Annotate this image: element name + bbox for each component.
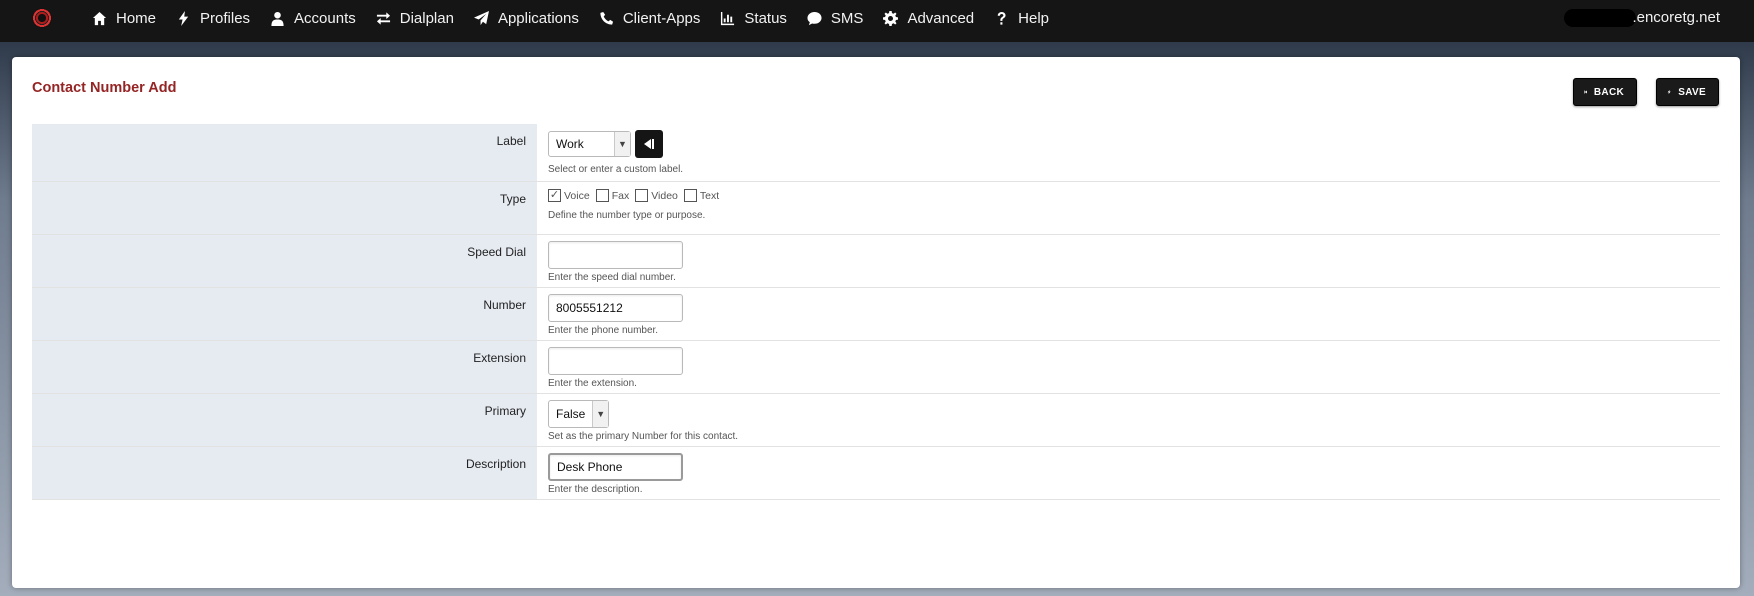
nav-status-label: Status — [744, 9, 787, 27]
domain-label[interactable]: .encoretg.net — [1632, 9, 1720, 26]
nav-status[interactable]: Status — [720, 10, 787, 27]
nav-accounts[interactable]: Accounts — [270, 10, 356, 27]
contact-number-form: Label Work ▼ Select or enter a custom la… — [32, 124, 1720, 500]
form-row-type: Type ✓ Voice Fax Video Text Define the nu… — [32, 182, 1720, 235]
checkbox-empty-icon — [635, 189, 649, 202]
content-panel: Contact Number Add BACK SAVE Label Work … — [12, 57, 1740, 588]
description-input[interactable] — [548, 453, 683, 481]
top-navbar: Home Profiles Accounts Dialplan Applicat… — [0, 0, 1754, 42]
checkmark-icon: ✓ — [548, 189, 561, 202]
type-field-description: Define the number type or purpose. — [548, 210, 706, 221]
nav-home[interactable]: Home — [92, 10, 156, 27]
number-field-label: Number — [32, 288, 537, 340]
description-field-cell: Enter the description. — [540, 447, 1720, 499]
checkbox-empty-icon — [683, 189, 697, 202]
form-row-speed-dial: Speed Dial Enter the speed dial number. — [32, 235, 1720, 288]
page-title: Contact Number Add — [32, 80, 177, 96]
primary-select-value: False — [556, 407, 586, 421]
user-icon — [271, 11, 284, 26]
type-voice-checkbox[interactable]: ✓ Voice — [548, 189, 590, 202]
chevron-down-icon: ▼ — [614, 132, 630, 156]
paper-plane-icon — [473, 10, 489, 25]
nav-help-label: Help — [1018, 9, 1050, 27]
form-row-extension: Extension Enter the extension. — [32, 341, 1720, 394]
type-checkbox-group: ✓ Voice Fax Video Text — [548, 188, 1720, 202]
chat-icon — [807, 11, 822, 25]
save-button-label: SAVE — [1678, 86, 1706, 98]
home-icon — [92, 11, 107, 25]
nav-profiles-label: Profiles — [200, 9, 251, 27]
chevron-down-icon: ▼ — [592, 401, 608, 427]
speed-dial-field-label: Speed Dial — [32, 235, 537, 287]
step-backward-icon — [1584, 90, 1587, 94]
nav-client-apps[interactable]: Client-Apps — [599, 9, 701, 27]
nav-home-label: Home — [116, 9, 157, 27]
number-field-description: Enter the phone number. — [548, 325, 659, 336]
speed-dial-field-cell: Enter the speed dial number. — [540, 235, 1720, 287]
nav-accounts-label: Accounts — [294, 9, 356, 27]
bolt-icon — [178, 10, 189, 26]
extension-field-cell: Enter the extension. — [540, 341, 1720, 393]
primary-field-label: Primary — [32, 394, 537, 446]
speed-dial-field-description: Enter the speed dial number. — [548, 272, 676, 283]
speed-dial-input[interactable] — [548, 241, 683, 269]
nav-dialplan[interactable]: Dialplan — [376, 10, 454, 27]
label-field-cell: Work ▼ Select or enter a custom label. — [540, 124, 1720, 181]
extension-field-label: Extension — [32, 341, 537, 393]
primary-field-cell: False ▼ Set as the primary Number for th… — [540, 394, 1720, 446]
back-button-label: BACK — [1593, 86, 1624, 98]
type-video-label: Video — [651, 189, 678, 202]
extension-field-description: Enter the extension. — [548, 378, 637, 389]
type-voice-label: Voice — [564, 189, 590, 202]
exchange-icon — [376, 11, 390, 25]
nav-applications-label: Applications — [497, 9, 579, 27]
redacted-hostname — [1564, 9, 1636, 27]
bar-chart-icon — [721, 11, 735, 25]
type-fax-label: Fax — [611, 189, 630, 202]
nav-dialplan-label: Dialplan — [399, 9, 454, 27]
nav-help[interactable]: Help — [994, 10, 1049, 27]
type-text-label: Text — [699, 189, 720, 202]
save-button[interactable]: SAVE — [1656, 78, 1719, 106]
nav-profiles[interactable]: Profiles — [176, 10, 250, 27]
back-button[interactable]: BACK — [1573, 78, 1637, 106]
label-field-label: Label — [32, 124, 537, 181]
form-row-number: Number Enter the phone number. — [32, 288, 1720, 341]
type-video-checkbox[interactable]: Video — [635, 189, 678, 202]
nav-advanced[interactable]: Advanced — [883, 10, 974, 27]
type-field-cell: ✓ Voice Fax Video Text Define the number … — [540, 182, 1720, 234]
question-icon — [997, 11, 1006, 25]
gear-icon — [883, 10, 899, 26]
nav-sms[interactable]: SMS — [807, 9, 864, 27]
nav-client-apps-label: Client-Apps — [622, 9, 701, 27]
phone-icon — [600, 11, 613, 25]
description-field-description: Enter the description. — [548, 484, 643, 495]
checkbox-empty-icon — [595, 189, 609, 202]
custom-label-toggle-button[interactable] — [635, 130, 663, 158]
description-field-label: Description — [32, 447, 537, 499]
type-text-checkbox[interactable]: Text — [683, 189, 720, 202]
primary-field-description: Set as the primary Number for this conta… — [548, 431, 739, 442]
form-row-description: Description Enter the description. — [32, 447, 1720, 500]
step-backward-icon — [644, 139, 654, 149]
nav-applications[interactable]: Applications — [473, 9, 579, 27]
app-logo-icon[interactable] — [32, 8, 52, 28]
form-row-label: Label Work ▼ Select or enter a custom la… — [32, 124, 1720, 182]
nav-sms-label: SMS — [830, 9, 864, 27]
number-input[interactable] — [548, 294, 683, 322]
label-select-value: Work — [556, 137, 584, 151]
number-field-cell: Enter the phone number. — [540, 288, 1720, 340]
nav-advanced-label: Advanced — [907, 9, 975, 27]
main-menu: Home Profiles Accounts Dialplan Applicat… — [92, 0, 1069, 36]
type-field-label: Type — [32, 182, 537, 234]
extension-input[interactable] — [548, 347, 683, 375]
type-fax-checkbox[interactable]: Fax — [595, 189, 630, 202]
primary-select[interactable]: False ▼ — [548, 400, 609, 428]
form-row-primary: Primary False ▼ Set as the primary Numbe… — [32, 394, 1720, 447]
label-select[interactable]: Work ▼ — [548, 131, 631, 157]
bolt-icon — [1667, 89, 1671, 95]
label-field-description: Select or enter a custom label. — [548, 164, 684, 175]
